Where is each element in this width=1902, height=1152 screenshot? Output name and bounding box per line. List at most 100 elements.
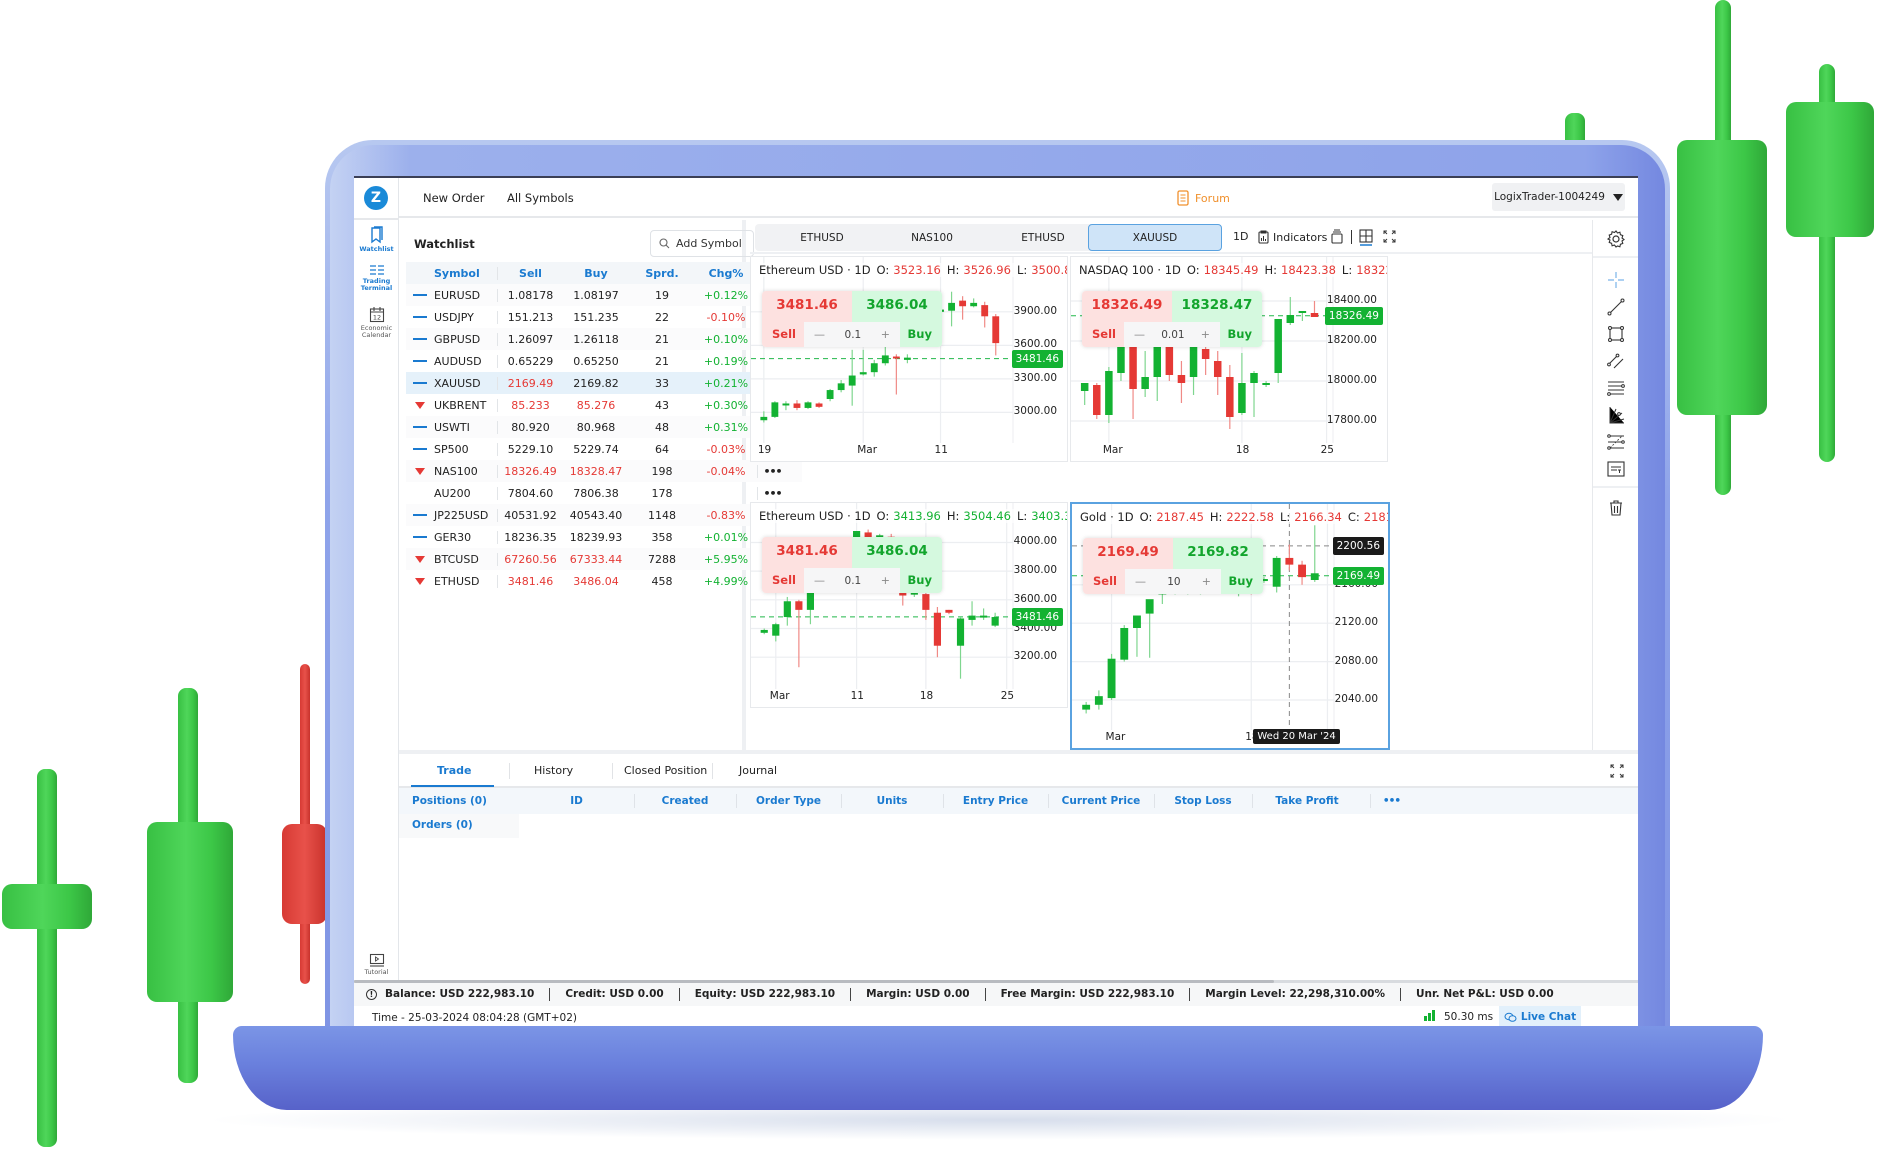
minus-icon[interactable]: — [814, 328, 825, 341]
quantity-stepper[interactable]: — 0.01 + [1124, 322, 1220, 347]
fib-retracement-icon[interactable] [1606, 432, 1626, 452]
watchlist-row[interactable]: AU200 7804.60 7806.38 178 ••• [406, 482, 802, 504]
settings-gear-icon[interactable] [1606, 229, 1626, 249]
plus-icon[interactable]: + [881, 328, 890, 341]
candle[interactable] [959, 296, 967, 320]
candle[interactable] [1272, 556, 1281, 593]
quantity-stepper[interactable]: — 0.1 + [804, 322, 900, 347]
candle[interactable] [992, 314, 1000, 356]
candle[interactable] [980, 608, 988, 620]
nav-tutorial[interactable]: Tutorial [354, 953, 399, 976]
candle[interactable] [793, 400, 801, 411]
candle[interactable] [837, 380, 845, 393]
minus-icon[interactable]: — [814, 574, 825, 587]
watchlist-row[interactable]: EURUSD1.081781.0819719+0.12%••• [406, 284, 802, 306]
quantity-value[interactable]: 0.01 [1161, 329, 1184, 341]
nav-watchlist[interactable]: Watchlist [354, 226, 399, 253]
interval-button[interactable]: 1D [1233, 230, 1248, 243]
candle[interactable] [968, 601, 976, 626]
candle[interactable] [1213, 351, 1222, 395]
forum-link[interactable]: Forum [1177, 186, 1230, 210]
chart-panel-ethusd[interactable]: 3900.00 3600.00 3300.00 3000.00 19 Mar 11 3481.… [750, 256, 1068, 462]
candle[interactable] [981, 301, 989, 328]
candle[interactable] [1145, 599, 1154, 658]
new-order-button[interactable]: New Order [423, 191, 484, 205]
orders-filter[interactable]: Orders (0) [412, 819, 473, 831]
col-spread[interactable]: Sprd. [629, 267, 695, 280]
watchlist-row[interactable]: BTCUSD67260.5667333.447288+5.95%••• [406, 548, 802, 570]
candle[interactable] [948, 291, 955, 327]
candle[interactable] [815, 402, 823, 408]
candle[interactable] [1107, 653, 1116, 700]
expand-icon[interactable] [1610, 764, 1624, 778]
tab-closed-position[interactable]: Closed Position [624, 764, 707, 777]
candle[interactable] [899, 591, 907, 606]
col-id[interactable]: ID [519, 795, 634, 807]
app-logo[interactable]: Z [364, 186, 388, 210]
candle[interactable] [910, 592, 918, 597]
template-icon[interactable] [1330, 229, 1344, 244]
candle[interactable] [1262, 381, 1270, 387]
candlestick-chart[interactable] [751, 503, 1067, 707]
quantity-stepper[interactable]: — 10 + [1125, 569, 1221, 594]
col-entry-price[interactable]: Entry Price [943, 795, 1048, 807]
plus-icon[interactable]: + [1202, 575, 1211, 588]
candle[interactable] [782, 401, 790, 411]
crosshair-icon[interactable] [1606, 270, 1626, 290]
col-sell[interactable]: Sell [497, 266, 563, 280]
parallel-channel-icon[interactable] [1606, 351, 1626, 371]
chart-tab-active[interactable]: XAUUSD [1088, 224, 1222, 251]
watchlist-row[interactable]: GER3018236.3518239.93358+0.01%••• [406, 526, 802, 548]
candle[interactable] [771, 401, 779, 418]
watchlist-row[interactable]: GBPUSD1.260971.2611821+0.10%••• [406, 328, 802, 350]
more-icon[interactable]: ••• [1374, 795, 1409, 807]
candle[interactable] [1082, 701, 1091, 714]
minus-icon[interactable]: — [1134, 328, 1145, 341]
all-symbols-button[interactable]: All Symbols [507, 191, 574, 205]
candle[interactable] [903, 354, 911, 364]
indicators-button[interactable]: Indicators [1258, 230, 1327, 244]
chart-panel-nas100[interactable]: 18400.00 18200.00 18000.00 17800.00 Mar 18 25 1… [1070, 256, 1388, 462]
candle[interactable] [804, 401, 812, 410]
tab-trade[interactable]: Trade [437, 764, 471, 777]
plus-icon[interactable]: + [881, 574, 890, 587]
col-symbol[interactable]: Symbol [434, 267, 497, 280]
col-take-profit[interactable]: Take Profit [1252, 795, 1362, 807]
candle[interactable] [1120, 625, 1129, 662]
candle[interactable] [760, 628, 768, 635]
candle[interactable] [881, 346, 889, 366]
horizontal-scrollbar[interactable] [354, 980, 1274, 983]
rectangle-icon[interactable] [1606, 324, 1626, 344]
candle[interactable] [859, 349, 867, 376]
quantity-value[interactable]: 10 [1167, 576, 1180, 588]
watchlist-row[interactable]: UKBRENT85.23385.27643+0.30%••• [406, 394, 802, 416]
candle[interactable] [870, 359, 878, 377]
chart-panel-ethusd[interactable]: 4000.00 3800.00 3600.00 3400.00 3200.00 Mar 11… [750, 502, 1068, 708]
add-symbol-search[interactable]: Add Symbol [650, 230, 754, 257]
watchlist-row[interactable]: NAS100 18326.49 18328.47 198 -0.04% ••• [406, 460, 802, 482]
text-note-icon[interactable] [1606, 459, 1626, 479]
candle[interactable] [772, 622, 780, 642]
minus-icon[interactable]: — [1135, 575, 1146, 588]
trend-line-icon[interactable] [1606, 297, 1626, 317]
watchlist-row[interactable]: ETHUSD3481.463486.04458+4.99%••• [406, 570, 802, 592]
watchlist-row[interactable]: SP5005229.105229.7464-0.03%••• [406, 438, 802, 460]
watchlist-row[interactable]: USDJPY151.213151.23522-0.10%••• [406, 306, 802, 328]
candle[interactable] [1133, 615, 1141, 657]
candle[interactable] [1310, 301, 1319, 317]
candle[interactable] [1141, 351, 1149, 397]
trash-icon[interactable] [1606, 498, 1626, 518]
layout-grid-icon[interactable] [1359, 229, 1373, 246]
info-icon[interactable]: ! [366, 989, 377, 1000]
candle[interactable] [933, 607, 941, 658]
candle[interactable] [1310, 525, 1319, 582]
chart-panel-xauusd[interactable]: 2160.002120.002080.002040.00Mar18252169.… [1070, 502, 1390, 750]
candle[interactable] [1238, 353, 1246, 415]
col-order-type[interactable]: Order Type [736, 795, 841, 807]
fib-fan-icon[interactable] [1606, 405, 1626, 425]
candle[interactable] [1105, 367, 1113, 423]
candle[interactable] [1285, 544, 1294, 571]
candle[interactable] [1177, 361, 1186, 403]
quantity-value[interactable]: 0.1 [845, 575, 862, 587]
tab-journal[interactable]: Journal [739, 764, 777, 777]
